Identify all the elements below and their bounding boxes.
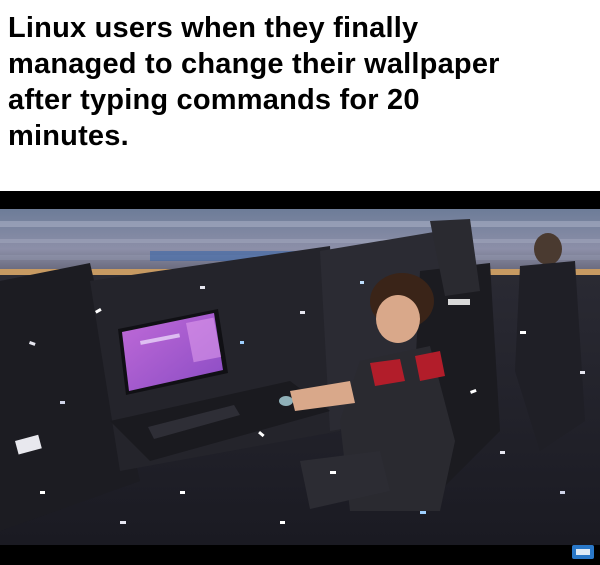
channel-badge-icon	[572, 545, 594, 559]
teammate-head	[534, 233, 562, 265]
letterbox-top	[0, 191, 600, 209]
meme-photo	[0, 191, 600, 565]
caption-line-1: Linux users when they finally	[8, 12, 419, 44]
jersey-shoulder	[415, 351, 445, 381]
mouse	[279, 396, 293, 406]
meme-caption: Linux users when they finally managed to…	[8, 10, 592, 154]
caption-line-3: after typing commands for 20	[8, 84, 420, 116]
letterbox-bottom	[0, 545, 600, 565]
chair-logo	[448, 299, 470, 305]
player-face	[376, 295, 420, 343]
caption-line-2: managed to change their wallpaper	[8, 48, 500, 80]
esports-celebration-scene	[0, 191, 600, 565]
caption-line-4: minutes.	[8, 120, 129, 152]
